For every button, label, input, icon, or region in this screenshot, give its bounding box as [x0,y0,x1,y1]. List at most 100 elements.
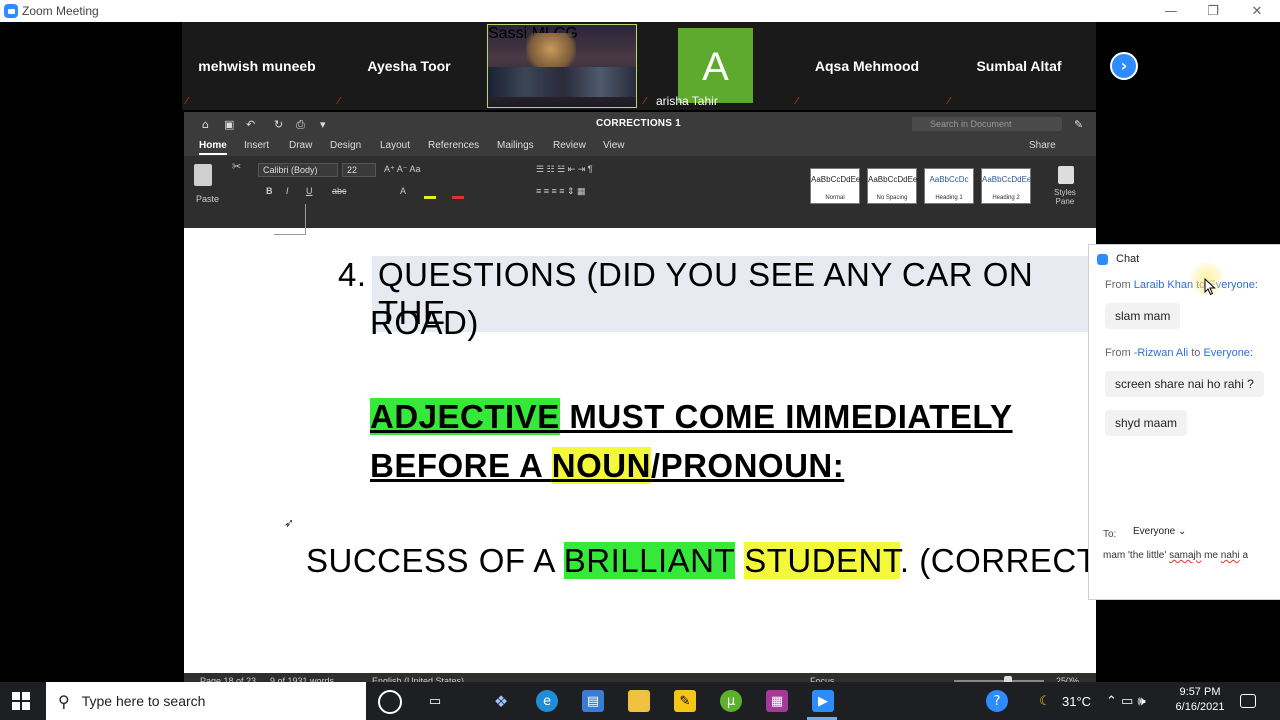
muted-mic-icon: ⁄ [338,96,340,107]
recipient-select[interactable]: Everyone ⌄ [1129,523,1190,540]
search-document-field[interactable]: Search in Document [912,117,1062,131]
sender-name[interactable]: Laraib Khan [1134,279,1193,291]
highlight-color-icon[interactable] [424,196,436,199]
styles-pane-icon[interactable] [1058,166,1074,184]
input-text: samajh [1169,550,1202,561]
meeting-area: mehwish muneeb ⁄ Ayesha Toor ⁄ Sassi MLC… [0,22,1280,689]
help-icon[interactable]: ? [986,690,1008,712]
tab-mailings[interactable]: Mailings [497,140,534,151]
cut-icon[interactable]: ✂ [232,160,241,173]
chat-input[interactable]: mam 'the little' samajh me nahi a [1103,550,1248,561]
participant-tile[interactable]: Aqsa Mehmood ⁄ [792,22,942,110]
tab-insert[interactable]: Insert [244,140,269,151]
tab-review[interactable]: Review [553,140,586,151]
zoom-title-bar: Zoom Meeting [0,0,1280,22]
app-icon[interactable]: ▤ [582,690,604,712]
font-color-icon[interactable] [452,196,464,199]
style-preview: AaBbCcDc [929,175,969,184]
rule-text: MUST COME IMMEDIATELY [559,398,1013,435]
tray-icons[interactable]: ⌃ ▭ 🕪 [1106,682,1146,720]
font-size-select[interactable]: 22 [342,163,376,177]
participant-name: mehwish muneeb [198,58,316,74]
style-heading-1[interactable]: AaBbCcDc Heading 1 [924,168,974,204]
align-icons[interactable]: ≡ ≡ ≡ ≡ ⇕ ▦ [536,186,586,197]
save-icon[interactable]: ▣ [224,118,234,131]
input-text: mam 'the little' [1103,550,1170,561]
style-preview: AaBbCcDdEe [982,175,1032,184]
question-line-1: QUESTIONS (DID YOU SEE ANY CAR ON THE [372,256,1096,332]
shared-screen-word: ⌂ ▣ ↶ ↻ ⎙ ▾ CORRECTIONS 1 Search in Docu… [184,112,1096,689]
input-text: nahi [1220,550,1240,561]
cortana-icon[interactable] [378,690,402,714]
participant-name: Ayesha Toor [367,58,451,74]
font-name-select[interactable]: Calibri (Body) [258,163,338,177]
chat-message: shyd maam [1105,410,1188,436]
share-button[interactable]: Share [1029,140,1056,151]
example-text [735,542,745,579]
file-explorer-icon[interactable] [628,690,650,712]
rule-text: /PRONOUN: [650,447,845,484]
participant-name: Sumbal Altaf [976,58,1062,74]
date: 6/16/2021 [1175,701,1225,713]
close-button[interactable]: ✕ [1236,0,1278,22]
redo-icon[interactable]: ↻ [274,118,283,131]
tab-references[interactable]: References [428,140,479,151]
bullets-icon[interactable]: ☰ ☷ ☱ ⇤ ⇥ ¶ [536,164,593,175]
rule-line-1: ADJECTIVE MUST COME IMMEDIATELY [370,398,1013,436]
print-icon[interactable]: ⎙ [296,118,305,132]
tab-view[interactable]: View [603,140,625,151]
highlight-brilliant: BRILLIANT [563,542,735,579]
next-page-button[interactable]: › [1110,52,1138,80]
strike-button[interactable]: abc [332,186,347,196]
style-normal[interactable]: AaBbCcDdEe Normal [810,168,860,204]
text-effects-icon[interactable]: A [400,186,406,196]
notifications-icon[interactable] [1240,694,1256,708]
participant-name: Aqsa Mehmood [814,58,920,74]
minimize-button[interactable]: — [1150,0,1192,22]
styles-pane-label: Styles Pane [1054,188,1076,206]
teams-icon[interactable]: ▦ [766,690,788,712]
profile-icon[interactable]: ✎ [1074,118,1083,131]
clock[interactable]: 9:57 PM 6/16/2021 [1168,685,1232,715]
sender-name[interactable]: -Rizwan Ali [1134,347,1188,359]
question-line-2: ROAD) [370,304,479,341]
paste-icon[interactable] [194,164,212,186]
tab-draw[interactable]: Draw [289,140,312,151]
windows-start-icon[interactable] [12,692,30,710]
style-no-spacing[interactable]: AaBbCcDdEe No Spacing [867,168,917,204]
bold-button[interactable]: B [266,186,273,196]
home-icon[interactable]: ⌂ [202,118,209,131]
dropbox-icon[interactable]: ❖ [490,690,512,712]
document-page[interactable]: 4. QUESTIONS (DID YOU SEE ANY CAR ON THE… [184,204,1096,675]
style-heading-2[interactable]: AaBbCcDdEe Heading 2 [981,168,1031,204]
style-label: Normal [825,195,845,201]
underline-button[interactable]: U [306,186,313,196]
participant-tile[interactable]: Sumbal Altaf ⁄ [944,22,1094,110]
zoom-app-icon[interactable]: ▶ [812,690,834,712]
video-crowd [488,67,636,97]
temperature[interactable]: 31°C [1062,682,1091,720]
chat-message: slam mam [1105,303,1181,329]
sticky-notes-icon[interactable]: ✎ [674,690,696,712]
chat-message: screen share nai ho rahi ? [1105,371,1264,397]
participant-tile[interactable]: mehwish muneeb ⁄ [182,22,332,110]
tab-layout[interactable]: Layout [380,140,410,151]
tab-design[interactable]: Design [330,140,361,151]
participant-tile[interactable]: ⁄ arisha Tahir [640,22,790,110]
customize-icon[interactable]: ▾ [320,118,326,131]
weather-icon[interactable]: ☾ [1034,690,1056,712]
participant-video[interactable]: Sassi MLCG [487,24,637,108]
utorrent-icon[interactable]: µ [720,690,742,712]
tab-home[interactable]: Home [199,140,227,155]
chat-panel: Chat From Laraib Khan to Everyone: slam … [1088,244,1280,600]
font-grow-icon[interactable]: A⁺ A⁻ Aa [384,164,421,175]
taskbar-search[interactable]: ⚲ Type here to search [46,682,366,720]
maximize-button[interactable]: ❐ [1192,0,1234,22]
task-view-icon[interactable]: ▭ [424,690,446,712]
participant-tile[interactable]: Ayesha Toor ⁄ [334,22,484,110]
to-label: to [1191,347,1201,359]
italic-button[interactable]: I [286,186,289,196]
rule-line-2: BEFORE A NOUN/PRONOUN: [370,447,844,485]
undo-icon[interactable]: ↶ [246,118,255,131]
edge-icon[interactable]: e [536,690,558,712]
